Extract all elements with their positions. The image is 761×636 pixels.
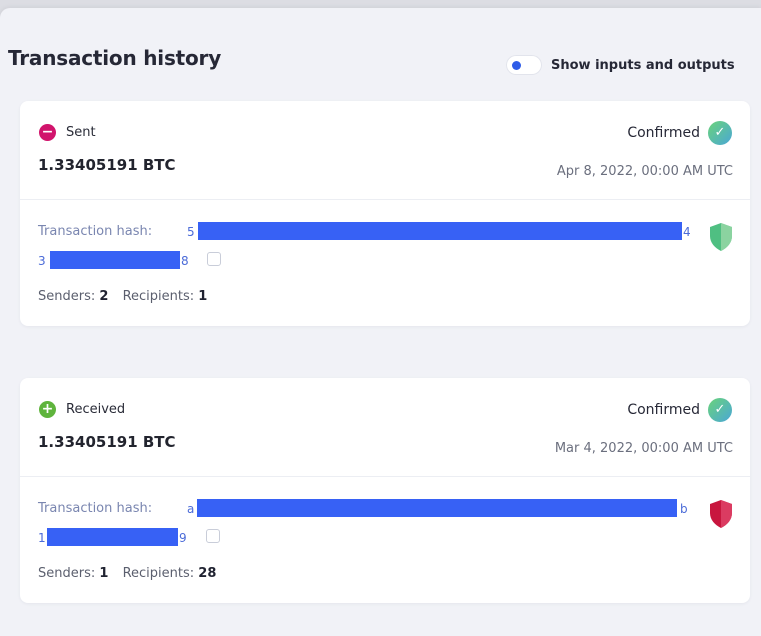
transaction-hash-start[interactable]: 5 <box>187 225 195 239</box>
senders-count: 1 <box>99 566 109 581</box>
copy-icon[interactable] <box>202 529 220 545</box>
toggle-knob <box>512 61 521 70</box>
transaction-date: Apr 8, 2022, 00:00 AM UTC <box>556 164 733 179</box>
transaction-counts: Senders: 2 Recipients: 1 <box>38 289 217 304</box>
minus-circle-icon: − <box>39 124 56 141</box>
transaction-history-panel: Transaction history Show inputs and outp… <box>0 8 761 636</box>
recipients-count: 28 <box>198 566 217 581</box>
transaction-details: Transaction hash: a b 1 9 Senders: 1 Rec… <box>20 477 750 603</box>
transaction-hash-start[interactable]: a <box>187 502 194 516</box>
transaction-date: Mar 4, 2022, 00:00 AM UTC <box>554 441 733 456</box>
transaction-hash-label: Transaction hash: <box>38 224 153 239</box>
transaction-amount: 1.33405191 BTC <box>38 433 176 451</box>
transaction-hash-end[interactable]: 4 <box>683 225 691 239</box>
recipients-label: Recipients: <box>122 566 195 581</box>
senders-label: Senders: <box>38 289 96 304</box>
transaction-hash-line2-end[interactable]: 8 <box>181 254 189 268</box>
transaction-card[interactable]: − Sent 1.33405191 BTC Confirmed ✓ Apr 8,… <box>20 101 750 326</box>
redacted-hash-segment <box>47 528 178 546</box>
transaction-hash-line2-end[interactable]: 9 <box>179 531 187 545</box>
redacted-hash-segment <box>198 222 682 240</box>
transaction-summary: − Sent 1.33405191 BTC Confirmed ✓ Apr 8,… <box>20 101 750 200</box>
transaction-details: Transaction hash: 5 4 3 8 Senders: 2 Rec… <box>20 200 750 326</box>
transaction-hash-label: Transaction hash: <box>38 501 153 516</box>
plus-circle-icon: + <box>39 401 56 418</box>
recipients-label: Recipients: <box>122 289 195 304</box>
shield-icon <box>710 500 732 528</box>
check-badge-icon: ✓ <box>708 121 732 145</box>
show-inputs-outputs-toggle[interactable] <box>506 55 542 75</box>
toggle-label: Show inputs and outputs <box>551 58 735 73</box>
redacted-hash-segment <box>50 251 180 269</box>
check-badge-icon: ✓ <box>708 398 732 422</box>
transaction-direction: Received <box>66 402 126 417</box>
transaction-counts: Senders: 1 Recipients: 28 <box>38 566 226 581</box>
transaction-status: Confirmed <box>627 125 700 141</box>
transaction-amount: 1.33405191 BTC <box>38 156 176 174</box>
transaction-status: Confirmed <box>627 402 700 418</box>
shield-icon <box>710 223 732 251</box>
senders-count: 2 <box>99 289 109 304</box>
copy-icon[interactable] <box>203 252 221 268</box>
transaction-hash-line2-start[interactable]: 3 <box>38 254 46 268</box>
page-title: Transaction history <box>8 46 222 70</box>
recipients-count: 1 <box>198 289 208 304</box>
transaction-summary: + Received 1.33405191 BTC Confirmed ✓ Ma… <box>20 378 750 477</box>
redacted-hash-segment <box>197 499 677 517</box>
transaction-hash-line2-start[interactable]: 1 <box>38 531 46 545</box>
senders-label: Senders: <box>38 566 96 581</box>
transaction-hash-end[interactable]: b <box>680 502 688 516</box>
transaction-direction: Sent <box>66 125 96 140</box>
transaction-card[interactable]: + Received 1.33405191 BTC Confirmed ✓ Ma… <box>20 378 750 603</box>
